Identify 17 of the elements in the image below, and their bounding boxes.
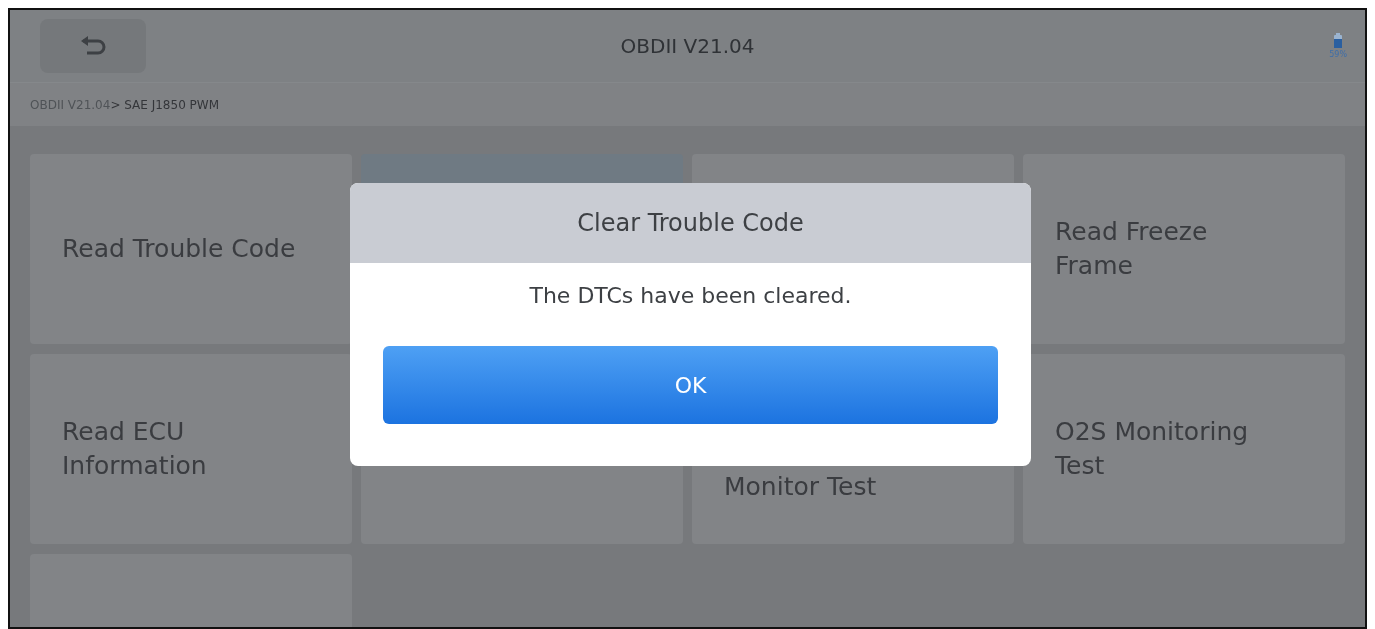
ok-button[interactable]: OK <box>383 346 998 424</box>
menu-tile[interactable]: O2S Monitoring Test <box>1023 354 1345 544</box>
tile-label: Read Freeze Frame <box>1055 216 1209 282</box>
menu-tile[interactable]: Read Freeze Frame <box>1023 154 1345 344</box>
dialog-message: The DTCs have been cleared. <box>528 283 853 308</box>
menu-tile[interactable]: Read ECU Information <box>30 354 352 544</box>
tile-label: Read Trouble Code <box>62 233 296 266</box>
menu-tile[interactable]: Read Trouble Code <box>30 154 352 344</box>
dialog-title: Clear Trouble Code <box>577 209 804 237</box>
tile-label: O2S Monitoring Test <box>1055 416 1250 482</box>
breadcrumb-item[interactable]: > SAE J1850 PWM <box>110 97 220 112</box>
tile-label: Read ECU Information <box>62 416 208 482</box>
battery-icon <box>1333 33 1344 49</box>
back-button[interactable] <box>40 19 146 73</box>
tile-label: Monitor Test <box>724 471 877 504</box>
screen-title: OBDII V21.04 <box>620 34 755 58</box>
back-icon <box>79 35 107 57</box>
